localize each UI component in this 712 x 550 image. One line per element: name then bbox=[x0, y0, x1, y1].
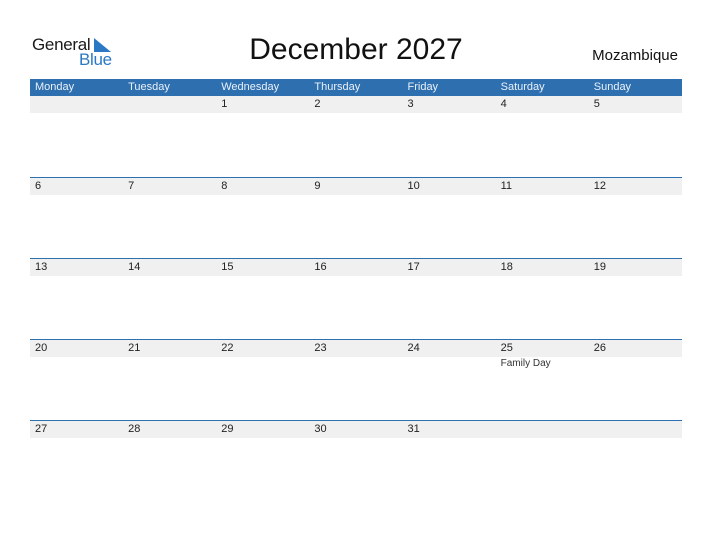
day-number bbox=[123, 96, 216, 113]
day-number: 21 bbox=[128, 342, 141, 354]
day-number: 2 bbox=[314, 98, 321, 110]
week-row: 1 2 3 4 5 bbox=[30, 96, 682, 177]
day-number: 27 bbox=[35, 423, 48, 435]
day-event bbox=[30, 357, 123, 370]
day-number: 20 bbox=[35, 342, 48, 354]
day-event bbox=[123, 357, 216, 370]
weekday-wednesday: Wednesday bbox=[221, 81, 280, 93]
day-number: 15 bbox=[221, 261, 234, 273]
day-number: 23 bbox=[314, 342, 327, 354]
day-number: 13 bbox=[35, 261, 48, 273]
day-number: 30 bbox=[314, 423, 327, 435]
day-event bbox=[216, 357, 309, 370]
weekday-friday: Friday bbox=[407, 81, 439, 93]
date-strip: 13 14 15 16 17 18 19 bbox=[30, 259, 682, 276]
day-number: 25 bbox=[500, 342, 513, 354]
week-row: 27 28 29 30 31 bbox=[30, 420, 682, 501]
day-number: 3 bbox=[407, 98, 414, 110]
day-number: 22 bbox=[221, 342, 234, 354]
day-number: 10 bbox=[407, 180, 420, 192]
day-number: 11 bbox=[500, 180, 513, 192]
day-number: 18 bbox=[500, 261, 513, 273]
day-event: Family Day bbox=[500, 358, 551, 369]
events-row: Family Day bbox=[30, 357, 682, 370]
date-strip: 6 7 8 9 10 11 12 bbox=[30, 178, 682, 195]
day-number bbox=[496, 421, 589, 438]
weekday-monday: Monday bbox=[35, 81, 75, 93]
weekday-header: Monday Tuesday Wednesday Thursday Friday… bbox=[30, 79, 682, 96]
day-number: 24 bbox=[407, 342, 420, 354]
day-number: 14 bbox=[128, 261, 141, 273]
day-number: 26 bbox=[593, 342, 606, 354]
date-strip: 20 21 22 23 24 25 26 bbox=[30, 340, 682, 357]
date-strip: 1 2 3 4 5 bbox=[30, 96, 682, 113]
day-number: 1 bbox=[221, 98, 228, 110]
day-number: 7 bbox=[128, 180, 135, 192]
week-row: 20 21 22 23 24 25 26 Family Day bbox=[30, 339, 682, 420]
day-number: 9 bbox=[314, 180, 321, 192]
week-row: 13 14 15 16 17 18 19 bbox=[30, 258, 682, 339]
day-number: 19 bbox=[593, 261, 606, 273]
day-number: 16 bbox=[314, 261, 327, 273]
week-row: 6 7 8 9 10 11 12 bbox=[30, 177, 682, 258]
weekday-saturday: Saturday bbox=[500, 81, 545, 93]
day-number: 6 bbox=[35, 180, 42, 192]
day-number: 4 bbox=[500, 98, 507, 110]
weekday-thursday: Thursday bbox=[314, 81, 361, 93]
day-event bbox=[589, 357, 682, 370]
day-number: 17 bbox=[407, 261, 420, 273]
day-event bbox=[309, 357, 402, 370]
calendar-grid: Monday Tuesday Wednesday Thursday Friday… bbox=[30, 79, 682, 501]
weekday-sunday: Sunday bbox=[593, 81, 632, 93]
day-number: 12 bbox=[593, 180, 606, 192]
day-number: 28 bbox=[128, 423, 141, 435]
day-number bbox=[30, 96, 123, 113]
day-number bbox=[589, 421, 682, 438]
day-number: 29 bbox=[221, 423, 234, 435]
day-event bbox=[403, 357, 496, 370]
date-strip: 27 28 29 30 31 bbox=[30, 421, 682, 438]
day-number: 8 bbox=[221, 180, 228, 192]
day-number: 31 bbox=[407, 423, 420, 435]
country-label: Mozambique bbox=[592, 47, 678, 64]
weekday-tuesday: Tuesday bbox=[128, 81, 170, 93]
day-number: 5 bbox=[593, 98, 600, 110]
